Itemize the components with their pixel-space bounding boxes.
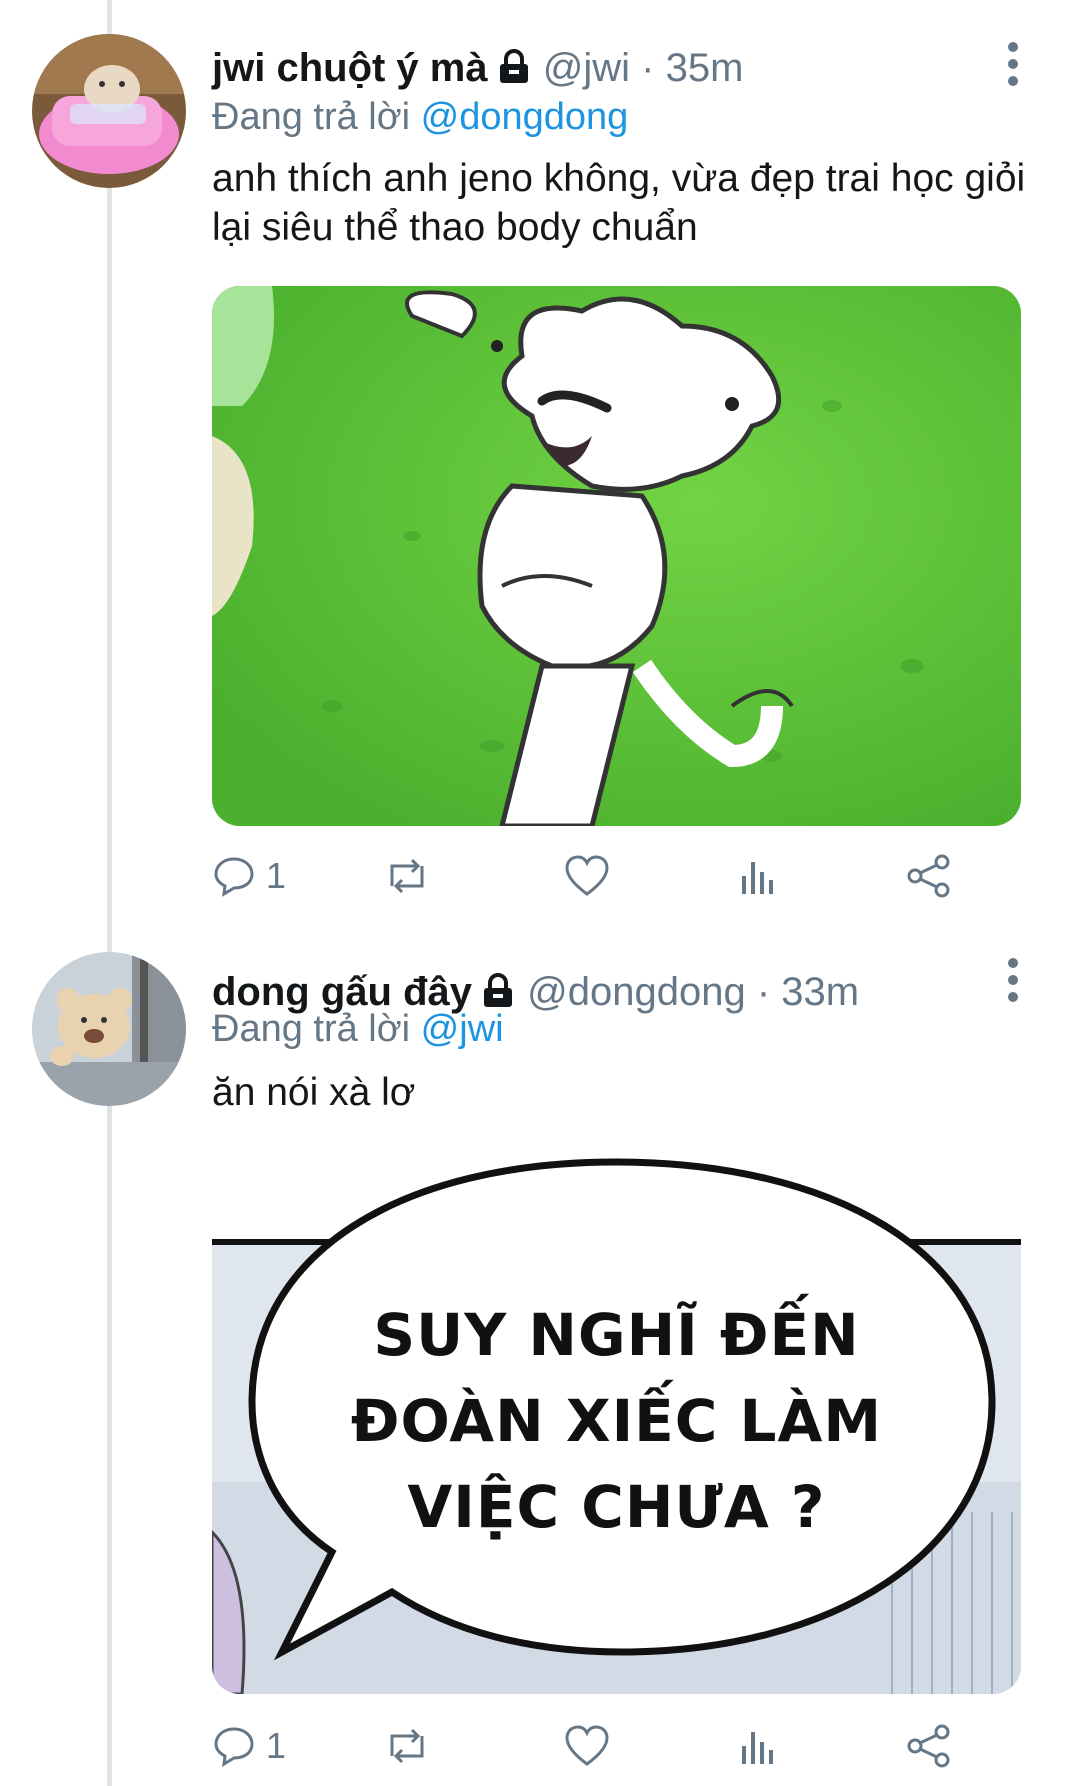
reply-count: 1: [266, 1725, 287, 1766]
separator: ·: [641, 46, 655, 90]
reply-icon: [214, 857, 254, 897]
reply-mention[interactable]: @dongdong: [421, 96, 629, 138]
meme-caption-line: SUY NGHĨ ĐẾN: [373, 1301, 860, 1369]
analytics-icon: [742, 862, 773, 894]
retweet-button[interactable]: [382, 1718, 432, 1774]
like-button[interactable]: [564, 1718, 610, 1774]
avatar[interactable]: [32, 34, 186, 188]
timestamp[interactable]: 35m: [666, 46, 744, 90]
user-handle[interactable]: @dongdong: [527, 970, 746, 1014]
meme-caption-line: ĐOÀN XIẾC LÀM: [350, 1387, 883, 1455]
reply-icon: [214, 1727, 254, 1767]
tweet-2[interactable]: dong gấu đây @dongdong · 33m Đang trả lờ…: [0, 910, 1080, 1786]
tweet-media-image[interactable]: SUY NGHĨ ĐẾN ĐOÀN XIẾC LÀM VIỆC CHƯA ?: [212, 1152, 1021, 1694]
analytics-icon: [742, 1732, 773, 1764]
tweet-media-image[interactable]: [212, 286, 1021, 826]
separator: ·: [756, 970, 771, 1014]
retweet-icon: [390, 1728, 424, 1764]
lock-icon: [496, 48, 532, 96]
tweet-actions: 1: [212, 1718, 972, 1774]
tweet-header: jwi chuột ý mà @jwi · 35m: [212, 44, 743, 96]
retweet-button[interactable]: [382, 848, 432, 904]
reply-mention[interactable]: @jwi: [421, 1008, 504, 1050]
share-icon: [907, 1724, 950, 1768]
like-icon: [565, 1725, 609, 1766]
reply-button[interactable]: 1: [212, 1718, 286, 1774]
replying-to: Đang trả lời @jwi: [212, 1006, 504, 1052]
more-icon[interactable]: [1006, 42, 1020, 93]
replying-prefix: Đang trả lời: [212, 1008, 411, 1050]
share-button[interactable]: [906, 1718, 952, 1774]
like-button[interactable]: [564, 848, 610, 904]
share-button[interactable]: [906, 848, 952, 904]
display-name[interactable]: jwi chuột ý mà: [212, 46, 488, 90]
user-handle[interactable]: @jwi: [543, 46, 630, 90]
more-icon[interactable]: [1006, 958, 1020, 1009]
replying-prefix: Đang trả lời: [212, 96, 411, 138]
timestamp[interactable]: 33m: [781, 970, 859, 1014]
tweet-1[interactable]: jwi chuột ý mà @jwi · 35m Đang trả lời @…: [0, 0, 1080, 910]
meme-caption-line: VIỆC CHƯA ?: [407, 1473, 826, 1541]
reply-count: 1: [266, 855, 287, 896]
retweet-icon: [390, 858, 424, 894]
analytics-button[interactable]: [736, 1718, 780, 1774]
meme-caption: SUY NGHĨ ĐẾN ĐOÀN XIẾC LÀM VIỆC CHƯA ?: [212, 1292, 1021, 1550]
replying-to: Đang trả lời @dongdong: [212, 94, 628, 140]
tweet-actions: 1: [212, 848, 972, 904]
analytics-button[interactable]: [736, 848, 780, 904]
share-icon: [907, 854, 950, 898]
reply-button[interactable]: 1: [212, 848, 286, 904]
tweet-text: ăn nói xà lơ: [212, 1071, 416, 1114]
like-icon: [565, 855, 609, 896]
tweet-text: anh thích anh jeno không, vừa đẹp trai h…: [212, 157, 1026, 249]
avatar[interactable]: [32, 952, 186, 1106]
